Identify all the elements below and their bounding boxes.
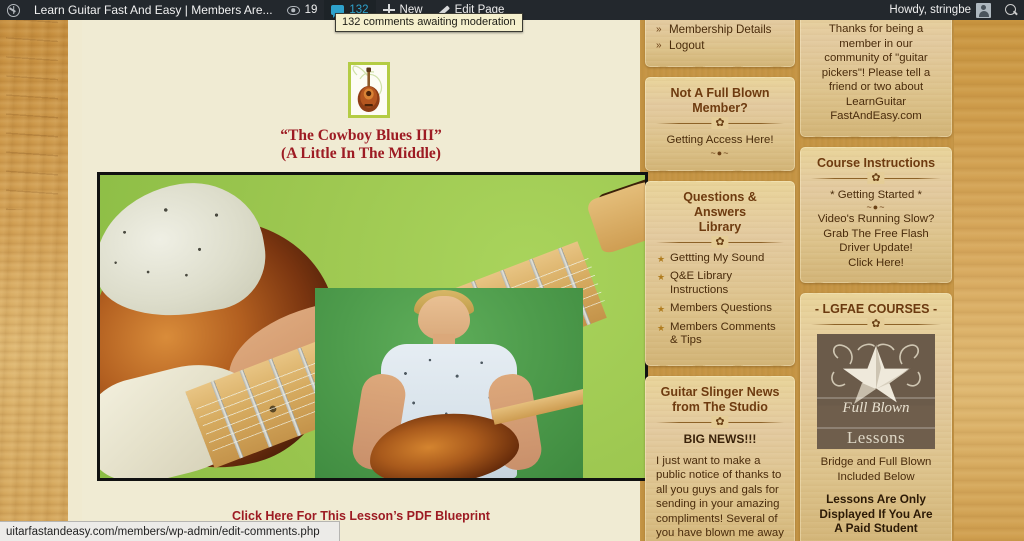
list-item-label: Gettting My Sound bbox=[670, 251, 765, 264]
wordpress-logo-icon bbox=[7, 3, 20, 17]
badge-text-lessons: Lessons bbox=[846, 428, 906, 447]
my-account-menu[interactable]: Howdy, stringbe bbox=[882, 0, 998, 20]
site-name-menu[interactable]: Learn Guitar Fast And Easy | Members Are… bbox=[27, 0, 280, 20]
video-picture-in-picture bbox=[315, 288, 583, 478]
widget-thanks-note: Thanks for being a member in our communi… bbox=[800, 20, 952, 140]
flash-line1: Video's Running Slow? bbox=[817, 213, 935, 225]
qa-library-list: ★ Gettting My Sound ★ Q&E Library Instru… bbox=[656, 252, 784, 348]
link-logout[interactable]: » Logout bbox=[656, 38, 784, 53]
paid-student-note-line1: Lessons Are Only bbox=[826, 492, 926, 506]
title-line1: Not A Full Blown bbox=[670, 86, 770, 100]
comments-tooltip: 132 comments awaiting moderation bbox=[335, 13, 523, 32]
link-membership-details[interactable]: » Membership Details bbox=[656, 22, 784, 37]
widget-title: - LGFAE COURSES - bbox=[814, 302, 938, 316]
acoustic-guitar-icon bbox=[348, 62, 390, 118]
list-item[interactable]: ★ Q&E Library Instructions bbox=[656, 270, 784, 297]
chevron-right-icon: » bbox=[656, 40, 662, 51]
ornamental-divider bbox=[656, 418, 784, 427]
list-item[interactable]: ★ Members Questions bbox=[656, 302, 784, 316]
title-line2: from The Studio bbox=[672, 399, 768, 414]
star-bullet-icon: ★ bbox=[657, 272, 666, 282]
main-content-column: “The Cowboy Blues III” (A Little In The … bbox=[68, 20, 648, 541]
swirl-ornament: ~●~ bbox=[866, 202, 886, 212]
chevron-right-icon: » bbox=[656, 24, 662, 35]
browser-status-bar: uitarfastandeasy.com/members/wp-admin/ed… bbox=[0, 521, 340, 541]
widget-guitar-slinger-news: Guitar Slinger News from The Studio BIG … bbox=[645, 372, 795, 541]
ornamental-divider bbox=[656, 119, 784, 128]
adminbar-search-button[interactable] bbox=[998, 0, 1024, 20]
flash-line2: Grab The Free Flash bbox=[823, 227, 929, 240]
title-line1: Guitar Slinger News bbox=[660, 384, 780, 399]
guitar-upper-horn bbox=[100, 175, 274, 328]
widget-title: Course Instructions bbox=[816, 155, 936, 170]
widget-lgfae-courses: - LGFAE COURSES - ✿ Full Blown Lessons B… bbox=[800, 290, 952, 541]
news-headline: BIG NEWS!!! bbox=[683, 431, 757, 446]
lesson-title-line1: “The Cowboy Blues III” bbox=[280, 127, 442, 144]
flash-click-here-link[interactable]: Click Here! bbox=[811, 256, 941, 271]
ornamental-divider bbox=[656, 238, 784, 247]
badge-text-full-blown: Full Blown bbox=[842, 400, 910, 416]
getting-started-link[interactable]: * Getting Started * bbox=[811, 188, 941, 203]
list-item[interactable]: ★ Members Comments & Tips bbox=[656, 321, 784, 348]
badge-band-upper bbox=[817, 397, 935, 399]
flash-line3: Driver Update! bbox=[839, 242, 913, 254]
guitar-headstock bbox=[585, 175, 645, 255]
thanks-note-body: Thanks for being a member in our communi… bbox=[821, 23, 931, 122]
widget-qa-library: Questions & Answers Library ★ Gettting M… bbox=[645, 177, 795, 370]
list-item-label: Q&E Library Instructions bbox=[670, 270, 733, 296]
widget-title: Questions & Answers Library bbox=[656, 190, 784, 235]
paid-student-note-line2: Displayed If You Are bbox=[819, 506, 933, 521]
updates-count: 19 bbox=[304, 4, 318, 16]
ornamental-divider bbox=[811, 174, 941, 183]
sidebar-primary: » Membership Details » Logout Not A Full… bbox=[645, 20, 795, 541]
account-link-list: » Membership Details » Logout bbox=[656, 22, 784, 53]
lesson-video-player[interactable] bbox=[97, 172, 648, 481]
lesson-title-line2: (A Little In The Middle) bbox=[281, 145, 441, 162]
title-line2: Member? bbox=[692, 101, 748, 115]
widget-not-full-blown-member: Not A Full Blown Member? Getting Access … bbox=[645, 74, 795, 174]
howdy-label: Howdy, stringbe bbox=[889, 4, 971, 16]
sidebar-secondary: Thanks for being a member in our communi… bbox=[800, 20, 952, 541]
widget-title: Guitar Slinger News from The Studio bbox=[656, 385, 784, 415]
list-item-label: Members Questions bbox=[670, 302, 772, 314]
logout-label: Logout bbox=[669, 39, 705, 52]
full-blown-lessons-badge-icon[interactable]: Full Blown Lessons bbox=[817, 334, 935, 449]
title-line2: Library bbox=[698, 219, 742, 234]
swirl-ornament: ~●~ bbox=[710, 147, 730, 158]
wp-logo-menu[interactable] bbox=[0, 0, 27, 20]
widget-account-links: » Membership Details » Logout bbox=[645, 20, 795, 71]
courses-caption-line2: Included Below bbox=[837, 470, 915, 483]
widget-course-instructions: Course Instructions * Getting Started * … bbox=[800, 143, 952, 287]
page-title: “The Cowboy Blues III” (A Little In The … bbox=[82, 127, 640, 163]
star-bullet-icon: ★ bbox=[657, 253, 666, 264]
paid-student-note-line3: A Paid Student bbox=[834, 521, 918, 535]
user-avatar-icon bbox=[976, 2, 991, 18]
search-icon bbox=[1005, 4, 1017, 16]
title-line1: Questions & Answers bbox=[683, 189, 757, 219]
right-wood-texture bbox=[954, 20, 1024, 541]
membership-details-label: Membership Details bbox=[669, 23, 772, 36]
list-item-label: Members Comments & Tips bbox=[670, 320, 776, 347]
getting-access-link[interactable]: Getting Access Here! bbox=[656, 133, 784, 148]
updates-menu[interactable]: 19 bbox=[280, 0, 325, 20]
horn-speckles bbox=[100, 175, 274, 328]
news-body: I just want to make a public notice of t… bbox=[656, 454, 784, 540]
star-bullet-icon: ★ bbox=[657, 304, 666, 314]
list-item[interactable]: ★ Gettting My Sound bbox=[656, 252, 784, 266]
star-bullet-icon: ★ bbox=[657, 322, 666, 333]
site-title-label: Learn Guitar Fast And Easy | Members Are… bbox=[34, 3, 273, 17]
content-inner: “The Cowboy Blues III” (A Little In The … bbox=[82, 20, 648, 541]
site-page: “The Cowboy Blues III” (A Little In The … bbox=[0, 20, 1024, 541]
ornamental-divider bbox=[811, 320, 941, 329]
left-wood-texture bbox=[0, 20, 68, 541]
courses-caption-line1: Bridge and Full Blown bbox=[820, 456, 932, 468]
widget-title: Not A Full Blown Member? bbox=[656, 86, 784, 116]
updates-icon bbox=[286, 5, 300, 15]
